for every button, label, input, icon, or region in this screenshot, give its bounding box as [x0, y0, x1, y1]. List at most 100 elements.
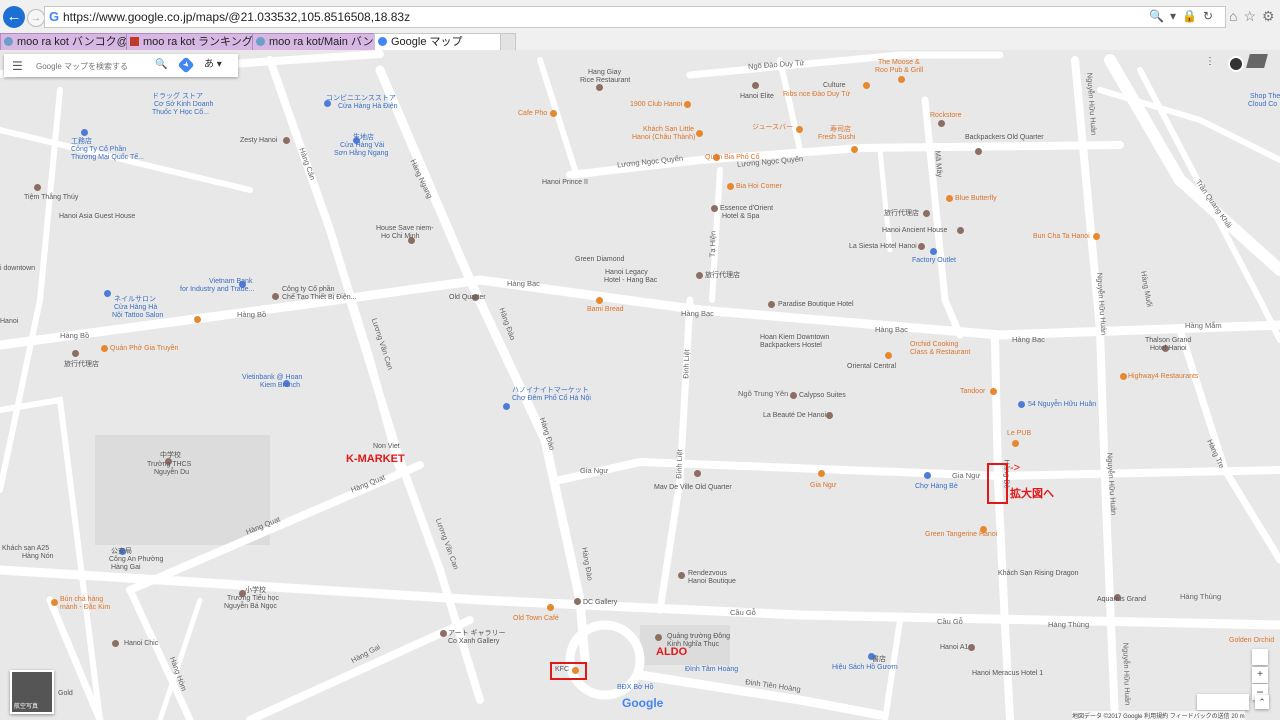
poi-blue-butterfly[interactable]: Blue Butterfly — [955, 195, 997, 203]
poi-la-beaute[interactable]: La Beauté De Hanoi — [763, 412, 826, 420]
poi-pin[interactable] — [727, 183, 734, 190]
poi-pin[interactable] — [918, 243, 925, 250]
poi-mav-de-ville[interactable]: Mav De Ville Old Quarter — [654, 484, 732, 492]
poi-vietnam-bank-2[interactable]: for Industry and Trade... — [180, 286, 254, 294]
poi-oriental-central[interactable]: Oriental Central — [847, 363, 896, 371]
poi-green-tangerine[interactable]: Green Tangerine Hanoi — [925, 531, 997, 539]
poi-hanoi-ancient[interactable]: Hanoi Ancient House — [882, 227, 947, 235]
poi-fresh-sushi[interactable]: Fresh Sushi — [818, 134, 855, 142]
poi-hanoi-elite[interactable]: Hanoi Elite — [740, 93, 774, 101]
pegman-thumbnails[interactable] — [1197, 694, 1249, 710]
poi-pin[interactable] — [938, 120, 945, 127]
poi-dc-gallery[interactable]: DC Gallery — [583, 599, 617, 607]
poi-rockstore[interactable]: Rockstore — [930, 112, 962, 120]
poi-nail-2[interactable]: Nội Tattoo Salon — [112, 312, 163, 320]
poi-fabric-2[interactable]: Sơn Hằng Ngang — [334, 150, 388, 158]
poi-rendezvous-2[interactable]: Hanoi Boutique — [688, 578, 736, 586]
poi-hoan-kiem-downtown[interactable]: Hoan Kiem Downtown — [760, 334, 829, 342]
directions-icon[interactable]: ➤ — [177, 56, 195, 74]
poi-pin[interactable] — [711, 205, 718, 212]
poi-nail[interactable]: Cửa Hàng Hà — [114, 304, 157, 312]
poi-shop-theo[interactable]: Shop Theo — [1250, 93, 1280, 101]
poi-culture[interactable]: Culture — [823, 82, 846, 90]
poi-travel-agency-2[interactable]: 旅行代理店 — [705, 272, 740, 280]
poi-bia-pho-co[interactable]: Quán Bia Phố Cổ — [705, 154, 759, 162]
poi-vietinbank[interactable]: Vietinbank @ Hoan — [242, 374, 302, 382]
search-input[interactable] — [34, 58, 158, 74]
poi-tandoor[interactable]: Tandoor — [960, 388, 985, 396]
poi-ribs[interactable]: Ribs nce Đào Duy Tứ — [783, 91, 850, 99]
poi-backpackers-old[interactable]: Backpackers Old Quarter — [965, 134, 1044, 142]
search-icon[interactable]: 🔍 — [155, 59, 167, 70]
poi-hanoi-a1[interactable]: Hanoi A1 — [940, 644, 968, 652]
poi-pin[interactable] — [851, 146, 858, 153]
poi-hang-non[interactable]: Hàng Nón — [22, 553, 54, 561]
poi-nail-jp[interactable]: ネイルサロン — [114, 296, 156, 304]
poi-pin[interactable] — [957, 227, 964, 234]
poi-art-gallery-jp[interactable]: アート ギャラリー — [448, 630, 506, 638]
poi-hanoi-prince[interactable]: Hanoi Prince II — [542, 179, 588, 187]
poi-junior-school-2[interactable]: Nguyễn Du — [154, 469, 189, 477]
poi-pin[interactable] — [826, 412, 833, 419]
poi-pin[interactable] — [574, 598, 581, 605]
poi-pin[interactable] — [885, 352, 892, 359]
poi-hang-giay[interactable]: Hang Giay — [588, 69, 621, 77]
poi-elementary-2[interactable]: Nguyễn Bá Ngọc — [224, 603, 277, 611]
poi-pin[interactable] — [283, 137, 290, 144]
poi-juice-bar[interactable]: ジュースバー — [752, 124, 793, 132]
browser-toolbar-icons[interactable]: ⌂☆⚙ — [1229, 8, 1280, 25]
poi-house-save[interactable]: House Save niem- — [376, 225, 434, 233]
poi-thalson[interactable]: Thalson Grand — [1145, 337, 1191, 345]
poi-pin[interactable] — [946, 195, 953, 202]
poi-pin[interactable] — [596, 84, 603, 91]
poi-meracus[interactable]: Hanoi Meracus Hotel 1 — [972, 670, 1043, 678]
poi-convenience-jp[interactable]: コンビニエンスストア — [326, 95, 396, 103]
poi-pin[interactable] — [796, 126, 803, 133]
poi-police[interactable]: Công An Phường — [109, 556, 163, 564]
poi-pin[interactable] — [790, 392, 797, 399]
poi-aquarius[interactable]: Aquarius Grand — [1097, 596, 1146, 604]
tab-google-maps[interactable]: Google マップ✕ — [374, 33, 516, 50]
apps-grid-icon[interactable]: ⋮ — [1205, 56, 1217, 68]
poi-orchid-2[interactable]: Class & Restaurant — [910, 349, 970, 357]
tab-2[interactable]: moo ra kot ランキングポイント -... — [126, 33, 268, 50]
poi-la-siesta[interactable]: La Siesta Hotel Hanoi — [849, 243, 917, 251]
poi-pin[interactable] — [930, 248, 937, 255]
poi-pin[interactable] — [924, 472, 931, 479]
poi-old-quarter[interactable]: Old Quarter — [449, 294, 486, 302]
poi-gia-truyen[interactable]: Quán Phở Gia Truyền — [110, 345, 178, 353]
poi-pin[interactable] — [1120, 373, 1127, 380]
poi-convenience[interactable]: Cửa Hàng Hà Điện — [338, 103, 398, 111]
menu-icon[interactable]: ☰ — [12, 59, 23, 73]
poi-essence-2[interactable]: Hotel & Spa — [722, 213, 759, 221]
poi-elementary-jp[interactable]: 小学校 — [245, 587, 266, 595]
poi-drug-store-2[interactable]: Thuốc Y Học Cổ... — [152, 109, 209, 117]
poi-roo-pub[interactable]: Roo Pub & Grill — [875, 67, 923, 75]
address-bar[interactable]: G https://www.google.co.jp/maps/@21.0335… — [44, 6, 1226, 28]
poi-gia-ngu[interactable]: Gia Ngư — [810, 482, 836, 490]
poi-pin[interactable] — [547, 604, 554, 611]
poi-hieu-sach[interactable]: Hiệu Sách Hồ Gươm — [832, 664, 898, 672]
poi-junior-school[interactable]: Trường THCS — [147, 461, 191, 469]
poi-pin[interactable] — [81, 129, 88, 136]
tab-3[interactable]: moo ra kot/Main バンコク@タ... — [252, 33, 390, 50]
poi-pin[interactable] — [752, 82, 759, 89]
poi-dong-kinh[interactable]: Quảng trường Đông — [667, 633, 730, 641]
poi-khach-san[interactable]: Khách Sạn Little — [643, 126, 694, 134]
location-button[interactable] — [1252, 649, 1268, 665]
poi-legacy-2[interactable]: Hotel - Hang Bac — [604, 277, 657, 285]
poi-moose[interactable]: The Moose & — [878, 59, 920, 67]
poi-pin[interactable] — [194, 316, 201, 323]
url-text[interactable]: https://www.google.co.jp/maps/@21.033532… — [63, 10, 410, 24]
poi-bun-cha-hang-2[interactable]: mành - Đắc Kim — [60, 604, 110, 612]
poi-drug-store-jp[interactable]: ドラッグ ストア — [152, 93, 203, 101]
poi-pin[interactable] — [696, 130, 703, 137]
poi-cho-hang-be[interactable]: Chợ Hàng Bè — [915, 483, 958, 491]
poi-pin[interactable] — [968, 644, 975, 651]
poi-highway4[interactable]: Highway4 Restaurants — [1128, 373, 1198, 381]
ime-indicator[interactable]: あ ▾ — [204, 56, 234, 74]
poi-green-diamond[interactable]: Green Diamond — [575, 256, 624, 264]
poi-drug-store[interactable]: Cơ Sở Kinh Doanh — [154, 101, 213, 109]
poi-police-2[interactable]: Hàng Gai — [111, 564, 141, 572]
poi-pin[interactable] — [863, 82, 870, 89]
